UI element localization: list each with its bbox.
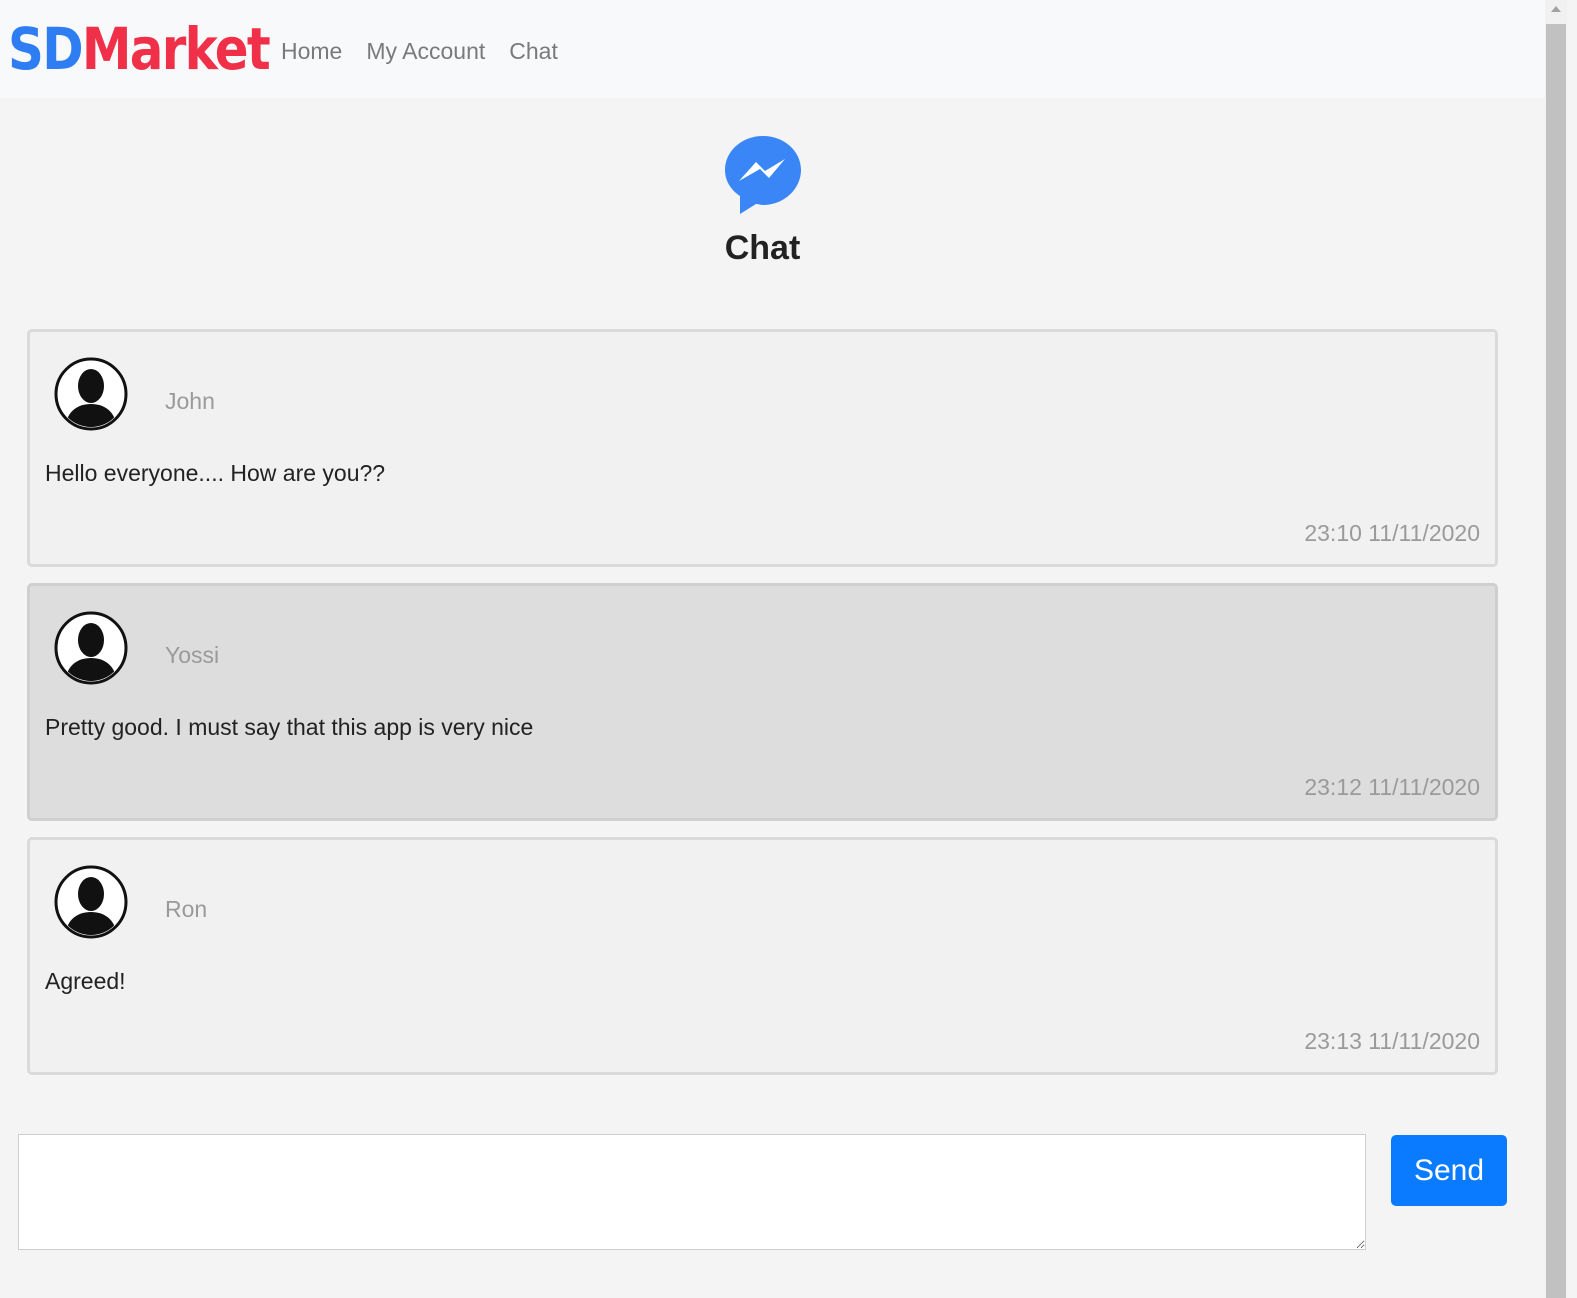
message-list: John Hello everyone.... How are you?? 23… — [27, 329, 1498, 1091]
scrollbar-thumb[interactable] — [1546, 24, 1566, 1298]
message-card: John Hello everyone.... How are you?? 23… — [27, 329, 1498, 567]
message-author: John — [165, 388, 215, 414]
brand-logo-part1: SD — [8, 15, 84, 83]
message-card: Ron Agreed! 23:13 11/11/2020 — [27, 837, 1498, 1075]
message-input[interactable] — [18, 1134, 1366, 1250]
nav-chat-link[interactable]: Chat — [509, 34, 558, 68]
chat-header: Chat — [0, 132, 1525, 268]
nav-links: Home My Account Chat — [281, 34, 558, 68]
message-card: Yossi Pretty good. I must say that this … — [27, 583, 1498, 821]
avatar-icon — [54, 611, 128, 685]
message-text: Pretty good. I must say that this app is… — [45, 714, 534, 740]
message-timestamp: 23:13 11/11/2020 — [1304, 1028, 1480, 1054]
nav-my-account-link[interactable]: My Account — [366, 34, 485, 68]
scroll-up-arrow-icon[interactable] — [1551, 6, 1561, 12]
message-text: Hello everyone.... How are you?? — [45, 460, 386, 486]
messenger-icon — [724, 136, 801, 214]
message-author: Ron — [165, 896, 208, 922]
brand-logo-part2: Market — [81, 15, 271, 83]
message-author: Yossi — [165, 642, 220, 668]
message-timestamp: 23:10 11/11/2020 — [1304, 520, 1480, 546]
navbar: SDMarket Home My Account Chat — [0, 0, 1545, 98]
vertical-scrollbar[interactable] — [1545, 0, 1567, 1298]
nav-home-link[interactable]: Home — [281, 34, 342, 68]
avatar-icon — [54, 357, 128, 431]
brand-logo[interactable]: SDMarket — [8, 15, 271, 83]
page-title: Chat — [724, 229, 801, 267]
send-button[interactable]: Send — [1391, 1135, 1507, 1206]
avatar-icon — [54, 865, 128, 939]
message-timestamp: 23:12 11/11/2020 — [1304, 774, 1480, 800]
chat-page: SDMarket Home My Account Chat Chat John — [0, 0, 1577, 1298]
message-text: Agreed! — [45, 968, 126, 994]
